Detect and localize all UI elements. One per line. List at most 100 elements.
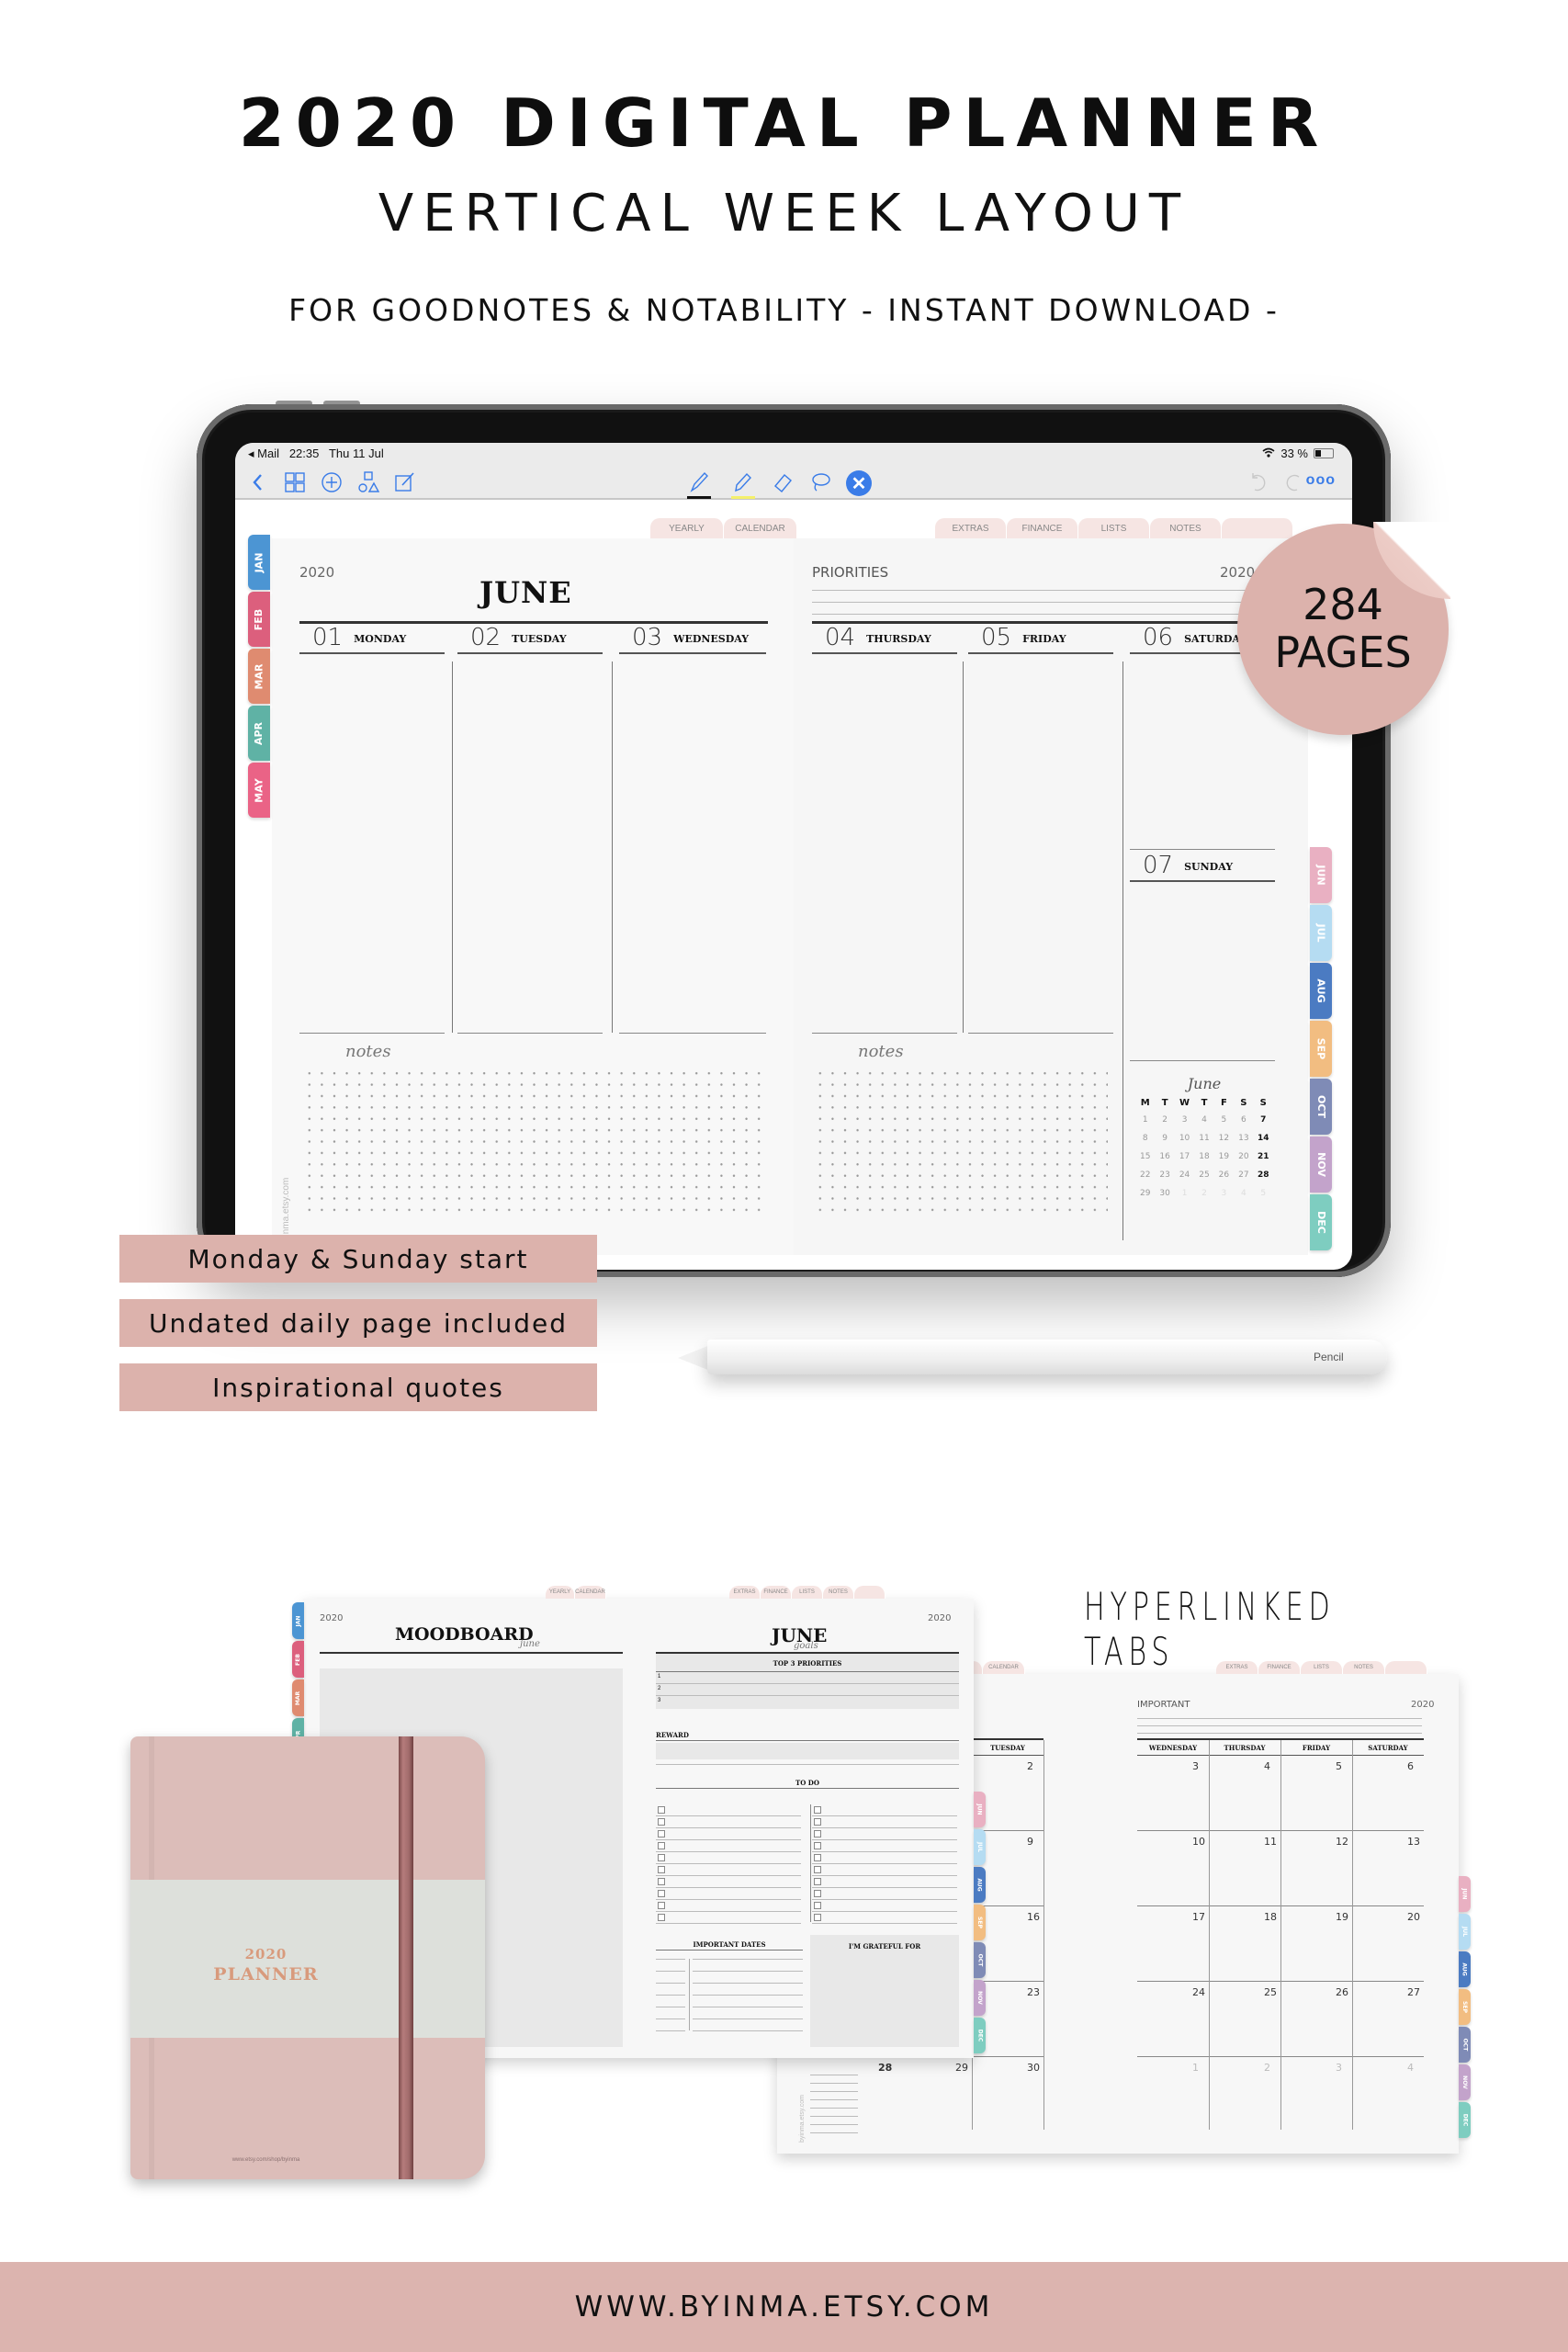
month-tab-jan[interactable]: JAN (292, 1602, 305, 1639)
mini-calendar-day[interactable]: 17 (1175, 1148, 1194, 1166)
todo-line[interactable] (812, 1899, 957, 1900)
mini-calendar-day[interactable]: 2 (1155, 1111, 1174, 1129)
tab-blank[interactable] (1222, 518, 1293, 538)
tab-finance[interactable]: FINANCE (761, 1586, 792, 1599)
date-line[interactable] (656, 1971, 685, 1972)
close-circle-icon[interactable]: ✕ (846, 470, 872, 496)
priority-line[interactable] (812, 614, 1280, 615)
calendar-day-cell[interactable]: 2 (1264, 2062, 1270, 2074)
mini-calendar-day[interactable]: 20 (1234, 1148, 1253, 1166)
date-entry-line[interactable] (693, 1983, 803, 1984)
mini-calendar-day[interactable]: 19 (1214, 1148, 1234, 1166)
back-chevron-icon[interactable] (246, 470, 270, 494)
todo-line[interactable] (656, 1899, 801, 1900)
tab-blank[interactable] (1385, 1661, 1427, 1674)
calendar-day-cell[interactable]: 18 (1264, 1911, 1277, 1923)
mini-calendar-day[interactable]: 21 (1254, 1148, 1273, 1166)
calendar-day-cell[interactable]: 25 (1264, 1986, 1277, 1998)
todo-line[interactable] (812, 1911, 957, 1912)
month-tab-oct[interactable]: OCT (1459, 2027, 1472, 2063)
month-tab-apr[interactable]: APR (248, 706, 270, 761)
todo-line[interactable] (812, 1887, 957, 1888)
tab-yearly[interactable]: YEARLY (546, 1586, 575, 1599)
month-tab-may[interactable]: MAY (248, 763, 270, 818)
important-line[interactable] (1137, 1733, 1422, 1734)
highlighter-icon[interactable] (731, 470, 755, 494)
calendar-day-cell[interactable]: 19 (1336, 1911, 1348, 1923)
tab-calendar[interactable]: CALENDAR (575, 1586, 606, 1599)
month-tab-mar[interactable]: MAR (292, 1679, 305, 1716)
mini-calendar-day[interactable]: 3 (1214, 1184, 1234, 1203)
mini-calendar-day[interactable]: 29 (1135, 1184, 1155, 1203)
mini-calendar-day[interactable]: 6 (1234, 1111, 1253, 1129)
tab-extras[interactable]: EXTRAS (1216, 1661, 1258, 1674)
tab-yearly[interactable]: YEARLY (650, 518, 724, 538)
calendar-day-cell[interactable]: 3 (1336, 2062, 1342, 2074)
priority-line[interactable] (812, 590, 1280, 591)
todo-checkbox[interactable] (814, 1878, 821, 1885)
todo-line[interactable] (812, 1923, 957, 1924)
mini-calendar-day[interactable]: 10 (1175, 1129, 1194, 1148)
month-tab-dec[interactable]: DEC (1310, 1194, 1332, 1250)
month-tab-jun[interactable]: JUN (974, 1792, 987, 1827)
month-tab-feb[interactable]: FEB (248, 592, 270, 647)
mini-calendar-day[interactable]: 1 (1175, 1184, 1194, 1203)
month-tab-sep[interactable]: SEP (1459, 1989, 1472, 2025)
calendar-day-cell[interactable]: 30 (1027, 2062, 1040, 2074)
add-circle-icon[interactable] (320, 470, 344, 494)
mini-calendar-day[interactable]: 22 (1135, 1166, 1155, 1184)
mini-calendar-day[interactable]: 7 (1254, 1111, 1273, 1129)
todo-line[interactable] (812, 1875, 957, 1876)
tab-lists[interactable]: LISTS (792, 1586, 823, 1599)
month-tab-sep[interactable]: SEP (974, 1905, 987, 1940)
calendar-day-cell[interactable]: 23 (1027, 1986, 1040, 1998)
todo-line[interactable] (656, 1851, 801, 1852)
todo-line[interactable] (812, 1851, 957, 1852)
todo-checkbox[interactable] (658, 1842, 665, 1849)
tab-calendar[interactable]: CALENDAR (983, 1661, 1025, 1674)
month-tab-aug[interactable]: AUG (974, 1867, 987, 1903)
mini-calendar-day[interactable]: 4 (1234, 1184, 1253, 1203)
calendar-notes-line[interactable] (810, 2083, 858, 2084)
month-tab-dec[interactable]: DEC (974, 2018, 987, 2053)
tab-calendar[interactable]: CALENDAR (724, 518, 797, 538)
mini-calendar-day[interactable]: 5 (1214, 1111, 1234, 1129)
mini-calendar-day[interactable]: 5 (1254, 1184, 1273, 1203)
todo-line[interactable] (812, 1839, 957, 1840)
mini-calendar-day[interactable]: 13 (1234, 1129, 1253, 1148)
date-entry-line[interactable] (693, 1995, 803, 1996)
calendar-notes-line[interactable] (810, 2116, 858, 2117)
month-tab-dec[interactable]: DEC (1459, 2102, 1472, 2138)
month-tab-feb[interactable]: FEB (292, 1641, 305, 1678)
calendar-day-cell[interactable]: 24 (1192, 1986, 1205, 1998)
priority-line[interactable] (656, 1683, 959, 1684)
mini-calendar-day[interactable]: 25 (1194, 1166, 1213, 1184)
date-entry-line[interactable] (693, 2030, 803, 2031)
todo-line[interactable] (656, 1887, 801, 1888)
calendar-day-cell[interactable]: 4 (1264, 1760, 1270, 1772)
mini-calendar-day[interactable]: 28 (1254, 1166, 1273, 1184)
mini-calendar-day[interactable]: 23 (1155, 1166, 1174, 1184)
todo-line[interactable] (812, 1815, 957, 1816)
calendar-day-cell[interactable]: 20 (1407, 1911, 1420, 1923)
month-tab-jul[interactable]: JUL (1459, 1914, 1472, 1950)
mini-calendar-day[interactable]: 26 (1214, 1166, 1234, 1184)
todo-checkbox[interactable] (814, 1818, 821, 1826)
todo-line[interactable] (656, 1875, 801, 1876)
todo-checkbox[interactable] (658, 1890, 665, 1897)
calendar-notes-line[interactable] (810, 2124, 858, 2125)
todo-checkbox[interactable] (814, 1854, 821, 1861)
month-tab-nov[interactable]: NOV (1310, 1136, 1332, 1193)
calendar-day-cell[interactable]: 3 (1192, 1760, 1199, 1772)
calendar-day-cell[interactable]: 5 (1336, 1760, 1342, 1772)
mini-calendar-day[interactable]: 4 (1194, 1111, 1213, 1129)
month-tab-jun[interactable]: JUN (1459, 1876, 1472, 1912)
calendar-day-cell[interactable]: 13 (1407, 1836, 1420, 1848)
todo-checkbox[interactable] (658, 1914, 665, 1921)
month-tab-nov[interactable]: NOV (974, 1980, 987, 2016)
tab-lists[interactable]: LISTS (1078, 518, 1150, 538)
month-tab-mar[interactable]: MAR (248, 649, 270, 704)
notes-dot-grid[interactable] (303, 1068, 768, 1215)
more-icon[interactable]: ooo (1306, 472, 1336, 489)
mini-calendar-day[interactable]: 8 (1135, 1129, 1155, 1148)
